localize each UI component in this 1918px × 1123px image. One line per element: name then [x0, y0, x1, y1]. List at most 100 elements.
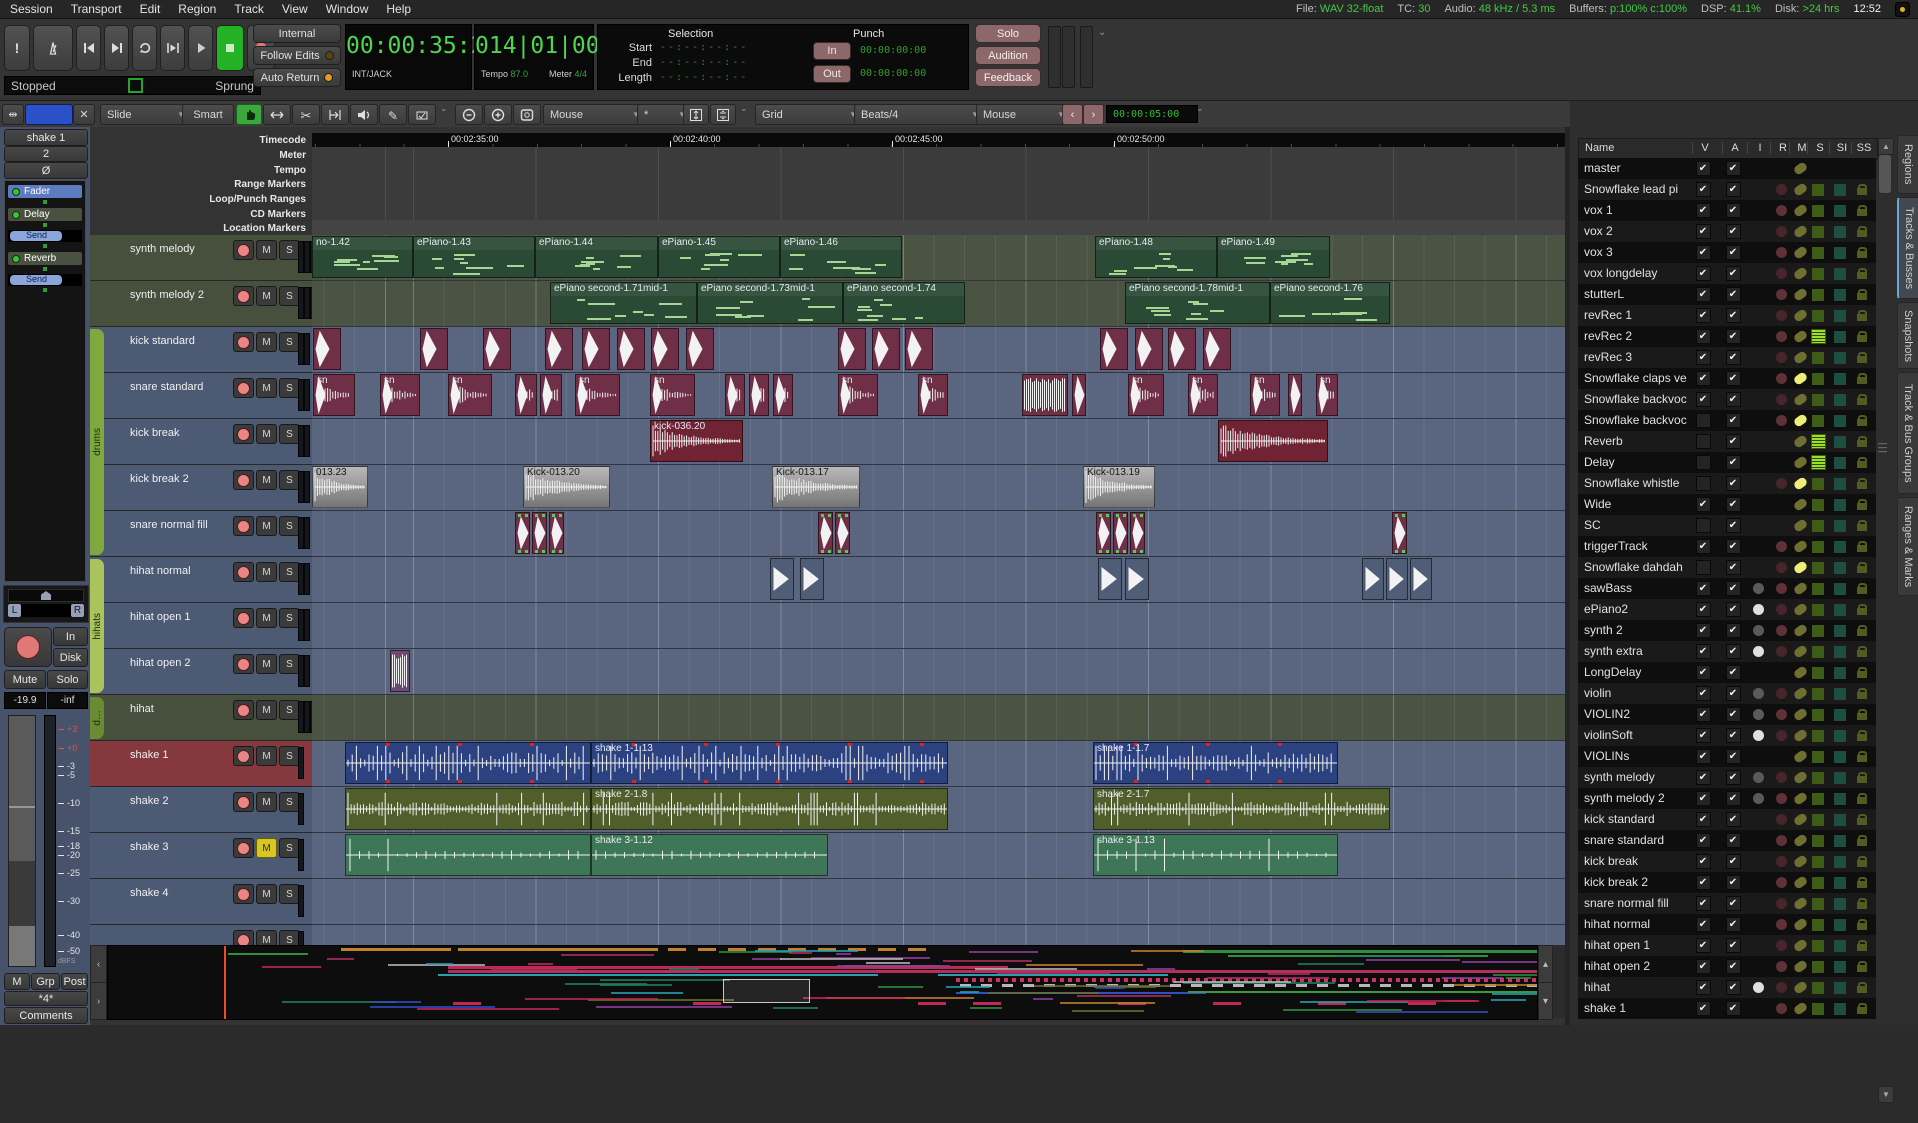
- visible-checkbox[interactable]: ✔: [1691, 347, 1715, 368]
- region[interactable]: [1072, 374, 1086, 416]
- track-name-label[interactable]: hihat open 2: [130, 657, 191, 669]
- solo-safe-lock-icon[interactable]: [1850, 305, 1874, 326]
- track-lane-kick-standard[interactable]: [312, 327, 1565, 373]
- ruler-label-cd-markers[interactable]: CD Markers: [96, 209, 306, 220]
- track-header-shake-2[interactable]: shake 2MS: [90, 787, 312, 833]
- active-checkbox[interactable]: ✔: [1721, 788, 1745, 809]
- visible-checkbox[interactable]: ✔: [1691, 935, 1715, 956]
- track-list-row-hihat[interactable]: hihat✔✔: [1578, 977, 1876, 998]
- solo-safe-lock-icon[interactable]: [1850, 809, 1874, 830]
- snap-mode-dropdown[interactable]: Grid▼: [755, 104, 864, 125]
- region[interactable]: [1096, 512, 1111, 554]
- solo-button[interactable]: S: [279, 884, 300, 904]
- mute-button[interactable]: M: [256, 930, 277, 945]
- track-list-row-master[interactable]: master✔✔: [1578, 158, 1876, 179]
- track-name-label[interactable]: hihat normal: [130, 565, 191, 577]
- solo-isolate-icon[interactable]: [1828, 347, 1852, 368]
- solo-state-icon[interactable]: [1806, 704, 1830, 725]
- track-list-row-Snowflake-backvoc[interactable]: Snowflake backvoc✔✔: [1578, 389, 1876, 410]
- region-sn[interactable]: sn: [1316, 374, 1338, 416]
- processor-delay[interactable]: Delay: [8, 208, 82, 221]
- stretch-tool-button[interactable]: [321, 104, 349, 125]
- region-sn[interactable]: sn: [1188, 374, 1218, 416]
- solo-safe-lock-icon[interactable]: [1850, 410, 1874, 431]
- active-checkbox[interactable]: ✔: [1721, 326, 1745, 347]
- processor-send[interactable]: Send: [8, 274, 82, 286]
- record-enable-button[interactable]: [233, 562, 254, 582]
- loop-button[interactable]: [132, 25, 157, 71]
- region-sn[interactable]: sn: [448, 374, 492, 416]
- solo-isolate-icon[interactable]: [1828, 410, 1852, 431]
- visible-checkbox[interactable]: ✔: [1691, 578, 1715, 599]
- pane-grip-icon[interactable]: ―――: [1878, 441, 1890, 453]
- solo-isolate-icon[interactable]: [1828, 935, 1852, 956]
- record-enable-button[interactable]: [4, 627, 52, 667]
- record-enable-button[interactable]: [233, 332, 254, 352]
- track-name-button[interactable]: shake 1: [4, 129, 88, 146]
- visible-checkbox[interactable]: ✔: [1691, 977, 1715, 998]
- solo-safe-lock-icon[interactable]: [1850, 851, 1874, 872]
- solo-state-icon[interactable]: [1806, 242, 1830, 263]
- active-checkbox[interactable]: ✔: [1721, 851, 1745, 872]
- solo-isolate-icon[interactable]: [1828, 830, 1852, 851]
- region-ePiano-1.49[interactable]: ePiano-1.49: [1217, 236, 1330, 278]
- region-sn[interactable]: sn: [918, 374, 948, 416]
- mute-button[interactable]: M: [256, 240, 277, 260]
- region[interactable]: [515, 374, 537, 416]
- region-ePiano-1.45[interactable]: ePiano-1.45: [658, 236, 780, 278]
- visible-checkbox[interactable]: ✔: [1691, 305, 1715, 326]
- solo-state-icon[interactable]: [1806, 914, 1830, 935]
- solo-isolate-icon[interactable]: [1828, 893, 1852, 914]
- track-list-row-Delay[interactable]: Delay✔: [1578, 452, 1876, 473]
- expand-tracks-button[interactable]: [710, 104, 736, 125]
- solo-isolate-icon[interactable]: [1828, 536, 1852, 557]
- region[interactable]: [1098, 558, 1122, 600]
- solo-button[interactable]: S: [279, 378, 300, 398]
- visible-checkbox[interactable]: ✔: [1691, 326, 1715, 347]
- solo-safe-lock-icon[interactable]: [1850, 347, 1874, 368]
- visible-checkbox[interactable]: ✔: [1691, 767, 1715, 788]
- track-list-row-revRec-2[interactable]: revRec 2✔✔: [1578, 326, 1876, 347]
- track-list-row-vox-2[interactable]: vox 2✔✔: [1578, 221, 1876, 242]
- mute-button[interactable]: M: [256, 286, 277, 306]
- solo-button[interactable]: S: [279, 424, 300, 444]
- track-list-row-vox-1[interactable]: vox 1✔✔: [1578, 200, 1876, 221]
- solo-safe-lock-icon[interactable]: [1850, 179, 1874, 200]
- active-checkbox[interactable]: ✔: [1721, 347, 1745, 368]
- summary-view-rectangle[interactable]: [723, 979, 810, 1003]
- visible-checkbox[interactable]: ✔: [1691, 158, 1715, 179]
- side-tab-track-bus-groups[interactable]: Track & Bus Groups: [1897, 372, 1918, 494]
- go-start-button[interactable]: [76, 25, 101, 71]
- solo-safe-lock-icon[interactable]: [1850, 935, 1874, 956]
- pan-slider[interactable]: [8, 589, 84, 602]
- error-log-button[interactable]: [1895, 2, 1910, 17]
- record-enable-button[interactable]: [233, 700, 254, 720]
- solo-state-icon[interactable]: [1806, 683, 1830, 704]
- track-lane-hihat-normal[interactable]: [312, 557, 1565, 603]
- visible-checkbox[interactable]: ✔: [1691, 221, 1715, 242]
- track-list-row-VIOLIN2[interactable]: VIOLIN2✔✔: [1578, 704, 1876, 725]
- solo-safe-lock-icon[interactable]: [1850, 494, 1874, 515]
- solo-safe-lock-icon[interactable]: [1850, 914, 1874, 935]
- visible-checkbox[interactable]: ✔: [1691, 746, 1715, 767]
- track-list-row-vox-longdelay[interactable]: vox longdelay✔✔: [1578, 263, 1876, 284]
- ruler-row[interactable]: [312, 191, 1565, 207]
- solo-state-icon[interactable]: [1806, 578, 1830, 599]
- solo-safe-lock-icon[interactable]: [1850, 326, 1874, 347]
- active-checkbox[interactable]: ✔: [1721, 452, 1745, 473]
- region-shake-1-1.7[interactable]: shake 1-1.7: [1093, 742, 1338, 784]
- side-tab-regions[interactable]: Regions: [1897, 135, 1918, 194]
- solo-state-icon[interactable]: [1806, 200, 1830, 221]
- midi-input-icon[interactable]: [1746, 977, 1770, 998]
- play-button[interactable]: [188, 25, 213, 71]
- solo-state-icon[interactable]: [1806, 641, 1830, 662]
- visible-checkbox[interactable]: ✔: [1691, 662, 1715, 683]
- visible-checkbox[interactable]: ✔: [1691, 641, 1715, 662]
- track-header-shake-4[interactable]: shake 4MS: [90, 879, 312, 925]
- region[interactable]: [1100, 328, 1128, 370]
- strip-close-button[interactable]: ✕: [73, 104, 95, 125]
- active-checkbox[interactable]: ✔: [1721, 242, 1745, 263]
- solo-safe-lock-icon[interactable]: [1850, 830, 1874, 851]
- solo-state-icon[interactable]: [1806, 872, 1830, 893]
- group-button[interactable]: Grp: [31, 973, 60, 990]
